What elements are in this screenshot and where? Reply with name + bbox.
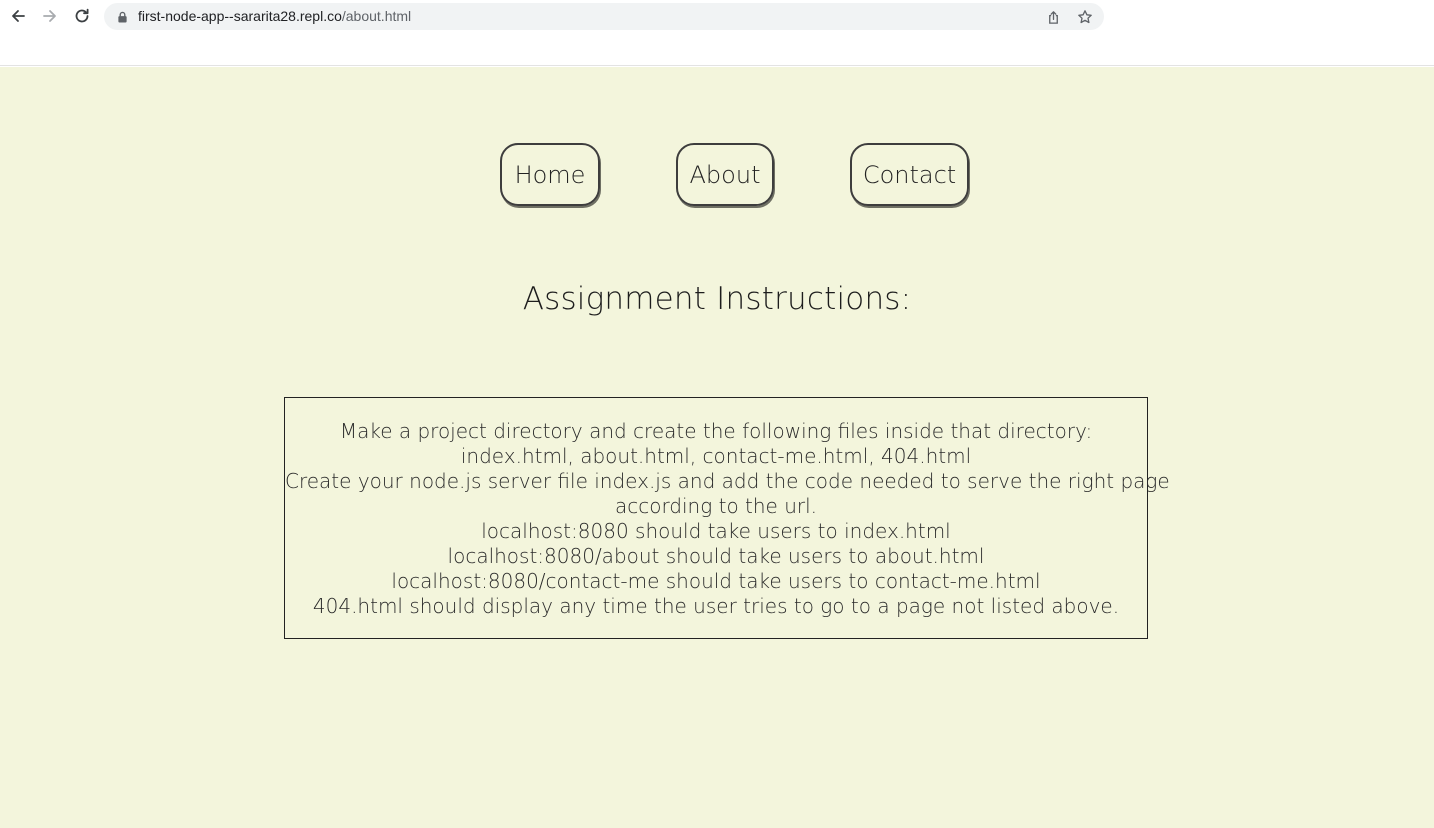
arrow-left-icon	[12, 10, 25, 22]
instruction-line: localhost:8080 should take users to inde…	[481, 519, 951, 543]
instructions-box: Make a project directory and create the …	[284, 397, 1170, 639]
reload-button[interactable]	[70, 4, 94, 28]
arrow-right-icon	[43, 10, 56, 22]
share-icon[interactable]	[1043, 7, 1063, 27]
instruction-line: 404.html should display any time the use…	[312, 594, 1120, 618]
nav-about-button[interactable]: About	[676, 143, 774, 206]
instruction-line: according to the url.	[614, 494, 818, 518]
browser-toolbar: first-node-app--sararita28.repl.co/about…	[0, 0, 1434, 66]
lock-icon[interactable]	[116, 10, 128, 23]
page-content: Home About Contact Assignment Instructio…	[0, 67, 1434, 828]
nav-home-button[interactable]: Home	[500, 143, 600, 206]
url-host: first-node-app--sararita28.repl.co	[138, 8, 342, 24]
instruction-line: Make a project directory and create the …	[339, 419, 1093, 443]
nav-contact-button[interactable]: Contact	[850, 143, 969, 206]
instruction-line: index.html, about.html, contact-me.html,…	[460, 444, 972, 468]
address-bar[interactable]: first-node-app--sararita28.repl.co/about…	[104, 3, 1104, 30]
instruction-line: localhost:8080/about should take users t…	[447, 544, 985, 568]
url-path: /about.html	[341, 8, 412, 24]
page-heading: Assignment Instructions:	[522, 281, 912, 317]
reload-icon	[75, 8, 89, 23]
star-icon[interactable]	[1075, 7, 1095, 27]
forward-button[interactable]	[38, 4, 62, 28]
url-text[interactable]: first-node-app--sararita28.repl.co/about…	[138, 8, 411, 25]
back-button[interactable]	[6, 4, 30, 28]
instruction-line: Create your node.js server file index.js…	[285, 469, 1170, 493]
instruction-line: localhost:8080/contact-me should take us…	[391, 569, 1041, 593]
